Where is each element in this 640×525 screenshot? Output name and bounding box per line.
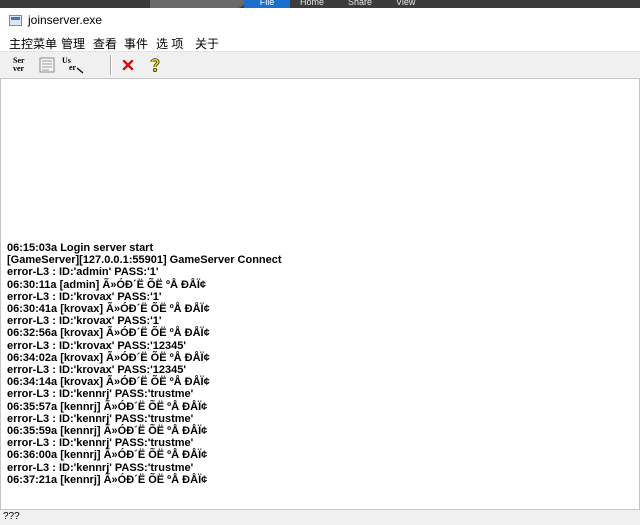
ribbon-tab-share[interactable]: Share bbox=[348, 0, 388, 8]
toolbar-separator bbox=[110, 55, 112, 75]
log-line: error-L3 : ID:'krovax' PASS:'1' bbox=[7, 290, 162, 303]
log-line: error-L3 : ID:'kennrj' PASS:'trustme' bbox=[7, 388, 194, 401]
log-line: 06:15:03a Login server start bbox=[7, 242, 154, 254]
title-bar[interactable]: joinserver.exe bbox=[0, 8, 640, 32]
log-line: 06:30:11a [admin] Ã»ÓÐ´Ë ÕË ºÅ ÐÅÏ¢ bbox=[7, 278, 207, 291]
log-line: 06:36:00a [kennrj] Ã»ÓÐ´Ë ÕË ºÅ ÐÅÏ¢ bbox=[7, 449, 208, 462]
log-line: 06:37:21a [kennrj] Ã»ÓÐ´Ë ÕË ºÅ ÐÅÏ¢ bbox=[7, 473, 208, 486]
background-window-ribbon: File Home Share View bbox=[0, 0, 640, 8]
ribbon-tab-file[interactable]: File bbox=[244, 0, 290, 8]
log-line: 06:35:57a [kennrj] Ã»ÓÐ´Ë ÕË ºÅ ÐÅÏ¢ bbox=[7, 400, 208, 413]
help-button[interactable] bbox=[144, 54, 166, 76]
menu-about[interactable]: 关于 bbox=[195, 35, 219, 52]
log-line: error-L3 : ID:'krovax' PASS:'12345' bbox=[7, 339, 186, 352]
log-line: [GameServer][127.0.0.1:55901] GameServer… bbox=[7, 254, 282, 267]
svg-text:er: er bbox=[69, 63, 77, 72]
log-line: error-L3 : ID:'krovax' PASS:'12345' bbox=[7, 364, 186, 377]
menu-events[interactable]: 事件 bbox=[124, 35, 148, 52]
users-button[interactable]: Us er bbox=[61, 54, 85, 76]
users-icon: Us er bbox=[62, 56, 84, 74]
close-button[interactable] bbox=[117, 54, 139, 76]
red-x-icon bbox=[122, 59, 134, 71]
menu-main-control[interactable]: 主控菜单 bbox=[9, 35, 57, 52]
app-window-icon bbox=[9, 15, 22, 26]
menu-view[interactable]: 查看 bbox=[93, 35, 117, 52]
ribbon-tab-home[interactable]: Home bbox=[300, 0, 340, 8]
log-line: error-L3 : ID:'kennrj' PASS:'trustme' bbox=[7, 437, 194, 450]
server-icon: Ser ver bbox=[13, 56, 25, 73]
log-line: error-L3 : ID:'kennrj' PASS:'trustme' bbox=[7, 412, 194, 425]
svg-text:ver: ver bbox=[13, 64, 25, 73]
background-decoration bbox=[150, 0, 245, 8]
log-line: 06:34:14a [krovax] Ã»ÓÐ´Ë ÕË ºÅ ÐÅÏ¢ bbox=[7, 376, 210, 389]
status-bar: ??? bbox=[0, 509, 640, 525]
status-text: ??? bbox=[3, 511, 20, 522]
log-lines: 06:15:03a Login server start [GameServer… bbox=[7, 242, 637, 486]
toolbar: Ser ver Us er bbox=[0, 52, 640, 79]
log-line: 06:34:02a [krovax] Ã»ÓÐ´Ë ÕË ºÅ ÐÅÏ¢ bbox=[7, 351, 210, 364]
log-button[interactable] bbox=[36, 54, 58, 76]
menu-bar: 主控菜单 管理 查看 事件 选 项 关于 bbox=[0, 32, 640, 52]
ribbon-tab-view[interactable]: View bbox=[396, 0, 436, 8]
log-output[interactable]: 06:15:03a Login server start [GameServer… bbox=[0, 79, 640, 509]
menu-options[interactable]: 选 项 bbox=[156, 35, 183, 52]
server-button[interactable]: Ser ver bbox=[11, 54, 33, 76]
log-line: 06:35:59a [kennrj] Ã»ÓÐ´Ë ÕË ºÅ ÐÅÏ¢ bbox=[7, 425, 208, 438]
log-line: 06:30:41a [krovax] Ã»ÓÐ´Ë ÕË ºÅ ÐÅÏ¢ bbox=[7, 303, 210, 316]
log-line: error-L3 : ID:'krovax' PASS:'1' bbox=[7, 315, 162, 328]
help-icon bbox=[150, 58, 160, 72]
log-document-icon bbox=[39, 57, 55, 73]
log-line: 06:32:56a [krovax] Ã»ÓÐ´Ë ÕË ºÅ ÐÅÏ¢ bbox=[7, 327, 210, 340]
window-title: joinserver.exe bbox=[28, 13, 103, 27]
log-line: error-L3 : ID:'admin' PASS:'1' bbox=[7, 266, 159, 279]
log-line: error-L3 : ID:'kennrj' PASS:'trustme' bbox=[7, 461, 194, 474]
menu-manage[interactable]: 管理 bbox=[61, 35, 85, 52]
